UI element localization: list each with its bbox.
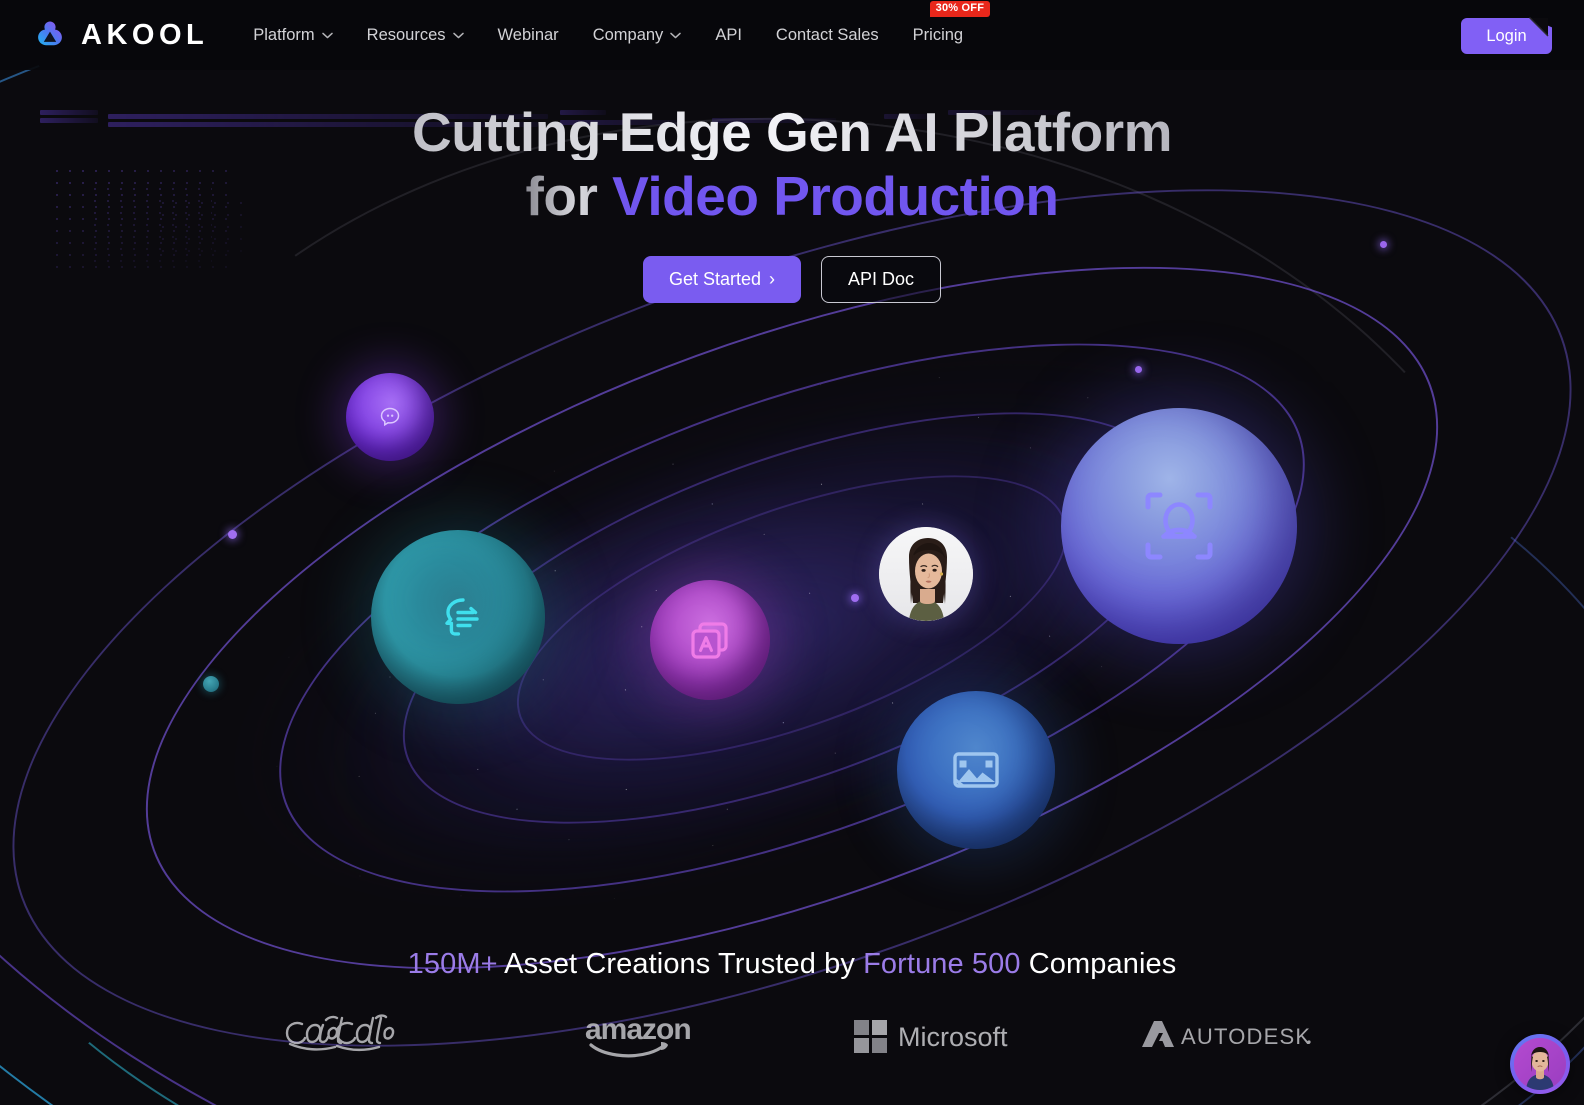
svg-text:AUTODESK: AUTODESK — [1181, 1024, 1311, 1049]
chevron-down-icon — [321, 32, 333, 39]
nav-item-contact-sales[interactable]: Contact Sales — [759, 18, 896, 53]
microsoft-logo-icon: Microsoft — [852, 1015, 1022, 1055]
trust-suffix: Companies — [1020, 948, 1177, 980]
amazon-logo-icon: amazon — [577, 1011, 717, 1059]
logo-amazon: amazon — [502, 1000, 792, 1070]
nav-item-company[interactable]: Company — [576, 18, 699, 53]
nav-label: Pricing — [912, 25, 964, 44]
orbit-dot — [1380, 241, 1387, 248]
trust-accent-fortune: Fortune 500 — [863, 948, 1021, 980]
logo-autodesk: AUTODESK — [1082, 1000, 1372, 1070]
voice-head-icon — [427, 586, 489, 648]
coca-cola-logo-icon — [282, 1012, 432, 1058]
avatar-card-icon — [685, 615, 735, 665]
trust-line: 150M+ Asset Creations Trusted by Fortune… — [0, 948, 1584, 981]
nav-label: Platform — [253, 25, 315, 44]
image-icon — [947, 741, 1005, 799]
nav-label: API — [715, 25, 742, 44]
cta-button-row: Get Started › API Doc — [0, 256, 1584, 304]
streaming-avatar-portrait[interactable] — [879, 527, 973, 621]
orbit-dot — [1135, 366, 1142, 373]
akool-cloud-logo-icon — [30, 15, 70, 55]
feature-sphere-avatar-card[interactable] — [650, 580, 770, 700]
nav-item-webinar[interactable]: Webinar — [481, 18, 576, 53]
feature-sphere-chat[interactable] — [346, 373, 434, 461]
nav-label: Webinar — [497, 25, 559, 44]
nav-label: Company — [592, 25, 664, 44]
trust-count: 150M+ — [407, 948, 498, 980]
customer-logo-row: amazon Microsoft AUTODESK — [0, 1000, 1584, 1070]
page-root: AKOOL Platform Resources Webinar Company — [0, 0, 1584, 1105]
chat-bubble-icon — [377, 404, 403, 430]
brand-name: AKOOL — [81, 18, 209, 51]
get-started-label: Get Started — [668, 269, 762, 290]
nav-item-pricing[interactable]: 30% OFF Pricing — [896, 0, 991, 53]
trust-statement: 150M+ Asset Creations Trusted by Fortune… — [0, 948, 1584, 981]
chevron-down-icon — [452, 32, 464, 39]
face-swap-icon — [1140, 487, 1218, 565]
discount-badge: 30% OFF — [929, 0, 991, 17]
login-button[interactable]: Login — [1461, 18, 1552, 54]
feature-sphere-image[interactable] — [897, 691, 1055, 849]
nav-label: Resources — [366, 25, 446, 44]
orbit-dot — [228, 530, 237, 539]
nav-item-resources[interactable]: Resources — [350, 18, 481, 53]
chevron-down-icon — [670, 32, 682, 39]
live-chat-widget-button[interactable] — [1510, 1034, 1570, 1094]
svg-text:amazon: amazon — [585, 1013, 691, 1046]
main-menu: Platform Resources Webinar Company API C… — [236, 0, 991, 53]
nav-label: Contact Sales — [775, 25, 879, 44]
logo-coca-cola — [212, 1000, 502, 1070]
autodesk-logo-icon: AUTODESK — [1137, 1017, 1317, 1053]
chevron-right-icon: › — [769, 269, 776, 290]
trust-mid-text: Asset Creations Trusted by — [497, 948, 864, 980]
svg-text:Microsoft: Microsoft — [898, 1022, 1008, 1052]
api-doc-button[interactable]: API Doc — [821, 256, 942, 304]
feature-sphere-face-swap[interactable] — [1061, 408, 1297, 644]
top-navigation-bar: AKOOL Platform Resources Webinar Company — [0, 0, 1584, 70]
satellite-sphere-small — [203, 676, 219, 692]
space-background — [0, 0, 1584, 1105]
orbit-dot — [851, 594, 859, 602]
nav-item-platform[interactable]: Platform — [236, 18, 349, 53]
nav-item-api[interactable]: API — [698, 18, 759, 53]
logo-microsoft: Microsoft — [792, 1000, 1082, 1070]
live-chat-avatar — [1514, 1038, 1566, 1090]
feature-sphere-voice[interactable] — [371, 530, 545, 704]
get-started-button[interactable]: Get Started › — [642, 256, 802, 304]
brand-logo[interactable]: AKOOL — [30, 15, 208, 55]
